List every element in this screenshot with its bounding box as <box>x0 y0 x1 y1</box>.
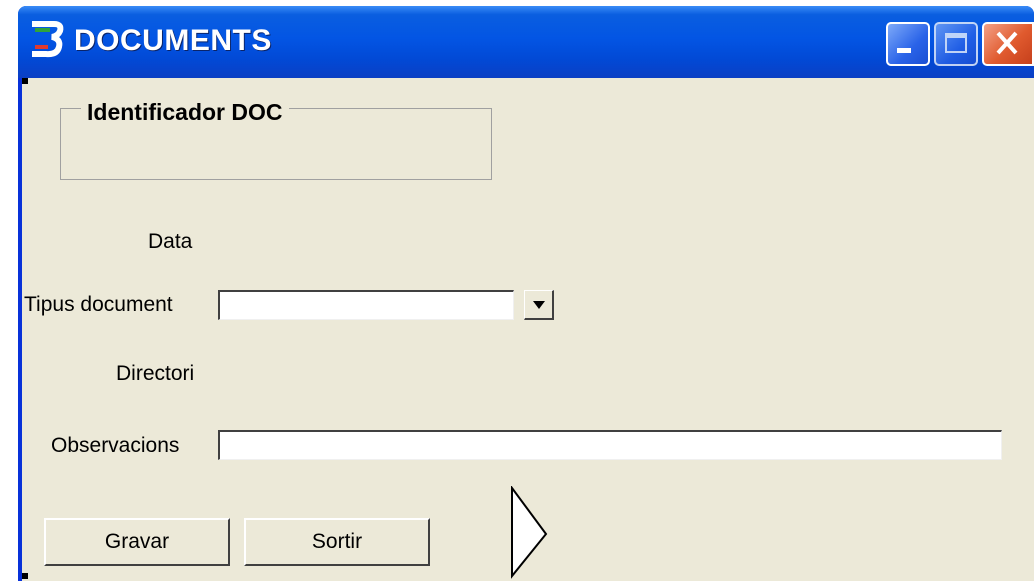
minimize-icon <box>897 48 911 53</box>
group-title: Identificador DOC <box>81 99 289 126</box>
tipus-document-field[interactable] <box>218 290 514 320</box>
resize-grip[interactable] <box>22 78 28 84</box>
observacions-label: Observacions <box>51 434 180 457</box>
mouse-cursor-icon <box>511 486 548 579</box>
sortir-button[interactable]: Sortir <box>244 518 430 566</box>
minimize-button[interactable] <box>886 22 930 66</box>
maximize-icon <box>945 33 967 53</box>
identificador-group: Identificador DOC <box>60 99 492 180</box>
window-title: DOCUMENTS <box>74 24 272 57</box>
close-icon <box>996 31 1018 55</box>
observacions-field[interactable] <box>218 430 1002 460</box>
title-bar[interactable]: DOCUMENTS <box>18 6 1034 78</box>
data-label: Data <box>148 230 193 253</box>
directori-label: Directori <box>116 362 195 385</box>
tipus-document-label: Tipus document <box>24 293 173 316</box>
close-button[interactable] <box>982 22 1034 66</box>
resize-grip[interactable] <box>22 573 28 579</box>
chevron-down-icon <box>532 300 545 309</box>
gravar-button[interactable]: Gravar <box>44 518 230 566</box>
maximize-button[interactable] <box>934 22 978 66</box>
brand-logo-icon <box>32 21 64 58</box>
tipus-dropdown-button[interactable] <box>524 290 554 320</box>
